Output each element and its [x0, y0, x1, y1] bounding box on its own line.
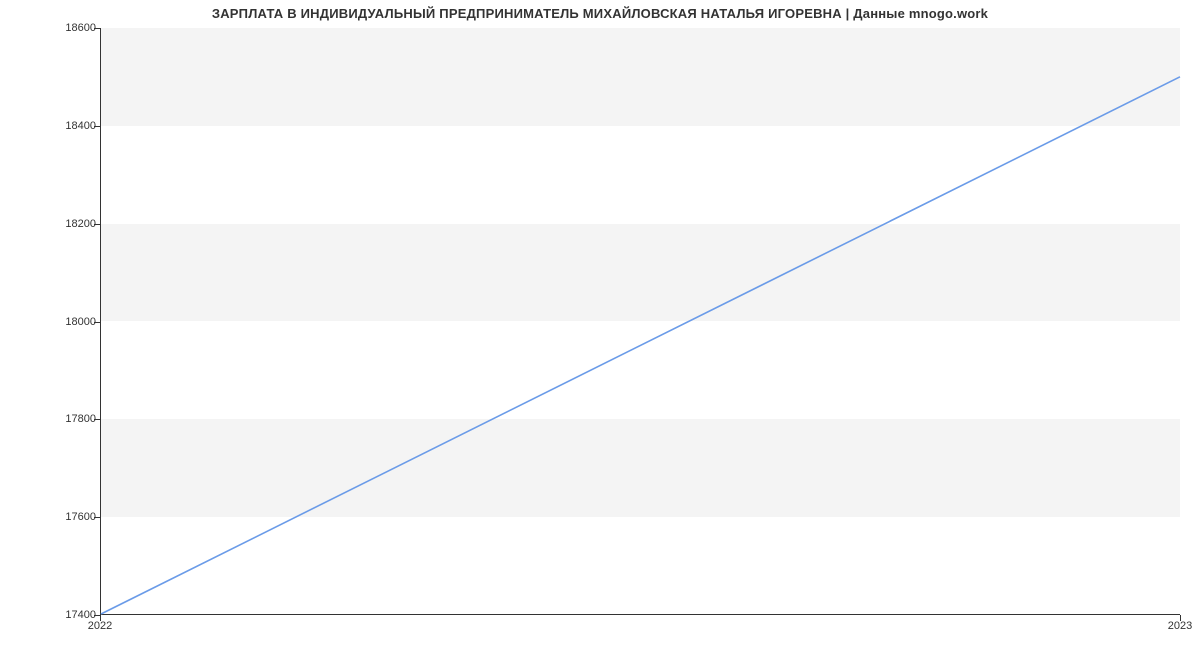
x-tick-label: 2022	[88, 620, 112, 632]
y-tick-mark	[94, 322, 100, 323]
y-tick-mark	[94, 419, 100, 420]
chart-title: ЗАРПЛАТА В ИНДИВИДУАЛЬНЫЙ ПРЕДПРИНИМАТЕЛ…	[0, 6, 1200, 21]
x-tick-mark	[1180, 615, 1181, 621]
y-tick-label: 18400	[58, 120, 96, 132]
x-tick-mark	[100, 615, 101, 621]
chart-container: ЗАРПЛАТА В ИНДИВИДУАЛЬНЫЙ ПРЕДПРИНИМАТЕЛ…	[0, 0, 1200, 650]
series-line	[101, 77, 1180, 614]
x-tick-label: 2023	[1168, 620, 1192, 632]
data-line	[101, 28, 1180, 614]
y-tick-label: 17800	[58, 413, 96, 425]
y-tick-label: 18200	[58, 218, 96, 230]
y-tick-label: 17600	[58, 511, 96, 523]
y-tick-mark	[94, 224, 100, 225]
y-tick-mark	[94, 126, 100, 127]
y-tick-mark	[94, 28, 100, 29]
y-tick-label: 18000	[58, 316, 96, 328]
y-tick-mark	[94, 517, 100, 518]
y-tick-label: 18600	[58, 22, 96, 34]
plot-area	[100, 28, 1180, 615]
